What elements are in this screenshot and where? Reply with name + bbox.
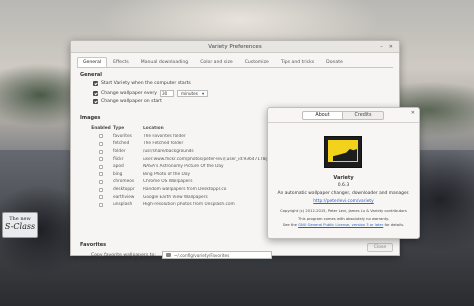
plate-line-2: S-Class	[4, 222, 36, 231]
license-plate: The new S-Class	[2, 212, 38, 238]
close-button[interactable]: Close	[367, 243, 393, 252]
interval-unit-value: minutes	[180, 91, 198, 96]
tab-color-and-size[interactable]: Color and size	[194, 57, 238, 67]
tab-tips-and-tricks[interactable]: Tips and tricks	[275, 57, 320, 67]
titlebar[interactable]: Variety Preferences – ✕	[71, 41, 399, 53]
copy-favorites-label: Copy favorite wallpapers to:	[91, 252, 156, 258]
credits-tab[interactable]: Credits	[343, 111, 384, 120]
about-dialog: About Credits ✕ Variety 0.6.3 An automat…	[267, 107, 420, 239]
enabled-cell	[89, 179, 113, 184]
tab-donate[interactable]: Donate	[320, 57, 349, 67]
enabled-cell	[89, 202, 113, 207]
enabled-checkbox[interactable]	[99, 202, 103, 207]
folder-icon	[165, 253, 171, 257]
start-on-login-checkbox[interactable]	[93, 81, 98, 86]
enabled-cell	[89, 134, 113, 139]
enabled-cell	[89, 187, 113, 192]
favorites-heading: Favorites	[80, 242, 107, 248]
type-cell: bing	[113, 171, 123, 177]
tab-general[interactable]: General	[77, 57, 108, 67]
variety-logo-icon	[324, 136, 362, 168]
change-every-row: Change wallpaper every 30 minutes ▾	[93, 90, 209, 97]
website-link[interactable]: http://peterlevi.com/variety	[268, 199, 419, 204]
enabled-checkbox[interactable]	[99, 141, 103, 146]
type-cell: earthview	[113, 194, 135, 200]
enabled-cell	[89, 164, 113, 169]
license-prefix: See the	[282, 223, 297, 227]
enabled-cell	[89, 172, 113, 177]
type-cell: fetched	[113, 141, 130, 147]
enabled-checkbox[interactable]	[99, 134, 103, 139]
type-cell: unsplash	[113, 202, 133, 208]
enabled-checkbox[interactable]	[99, 179, 103, 184]
logo-stand	[338, 162, 348, 167]
enabled-cell	[89, 149, 113, 154]
warranty-text: This program comes with absolutely no wa…	[298, 217, 389, 221]
type-cell: apod	[113, 164, 124, 170]
enabled-checkbox[interactable]	[99, 172, 103, 177]
license-link[interactable]: GNU General Public License, version 3 or…	[298, 223, 383, 227]
tab-effects[interactable]: Effects	[107, 57, 135, 67]
logo-screen	[328, 140, 358, 162]
col-type: Type	[113, 126, 125, 132]
start-on-login-row: Start Variety when the computer starts	[93, 81, 191, 86]
chevron-down-icon: ▾	[201, 91, 205, 96]
interval-unit-dropdown[interactable]: minutes ▾	[176, 90, 209, 97]
change-every-checkbox[interactable]	[93, 91, 98, 96]
favorites-row: Copy favorite wallpapers to: ~/.config/v…	[91, 251, 272, 259]
favorites-folder-chooser[interactable]: ~/.config/variety/Favorites	[161, 251, 272, 259]
enabled-cell	[89, 195, 113, 200]
change-every-label: Change wallpaper every	[101, 91, 157, 96]
type-cell: chromeos	[113, 179, 135, 185]
enabled-checkbox[interactable]	[99, 149, 103, 154]
window-title: Variety Preferences	[208, 44, 262, 50]
close-window-button[interactable]: ✕	[389, 41, 393, 53]
enabled-cell	[89, 141, 113, 146]
logo-wave	[333, 149, 357, 161]
about-divider	[268, 122, 419, 123]
license-text: See the GNU General Public License, vers…	[268, 223, 419, 227]
about-tab[interactable]: About	[302, 111, 343, 120]
minimize-button[interactable]: –	[380, 41, 383, 53]
start-on-login-label: Start Variety when the computer starts	[101, 81, 191, 86]
type-cell: folder	[113, 149, 126, 155]
favorites-path: ~/.config/variety/Favorites	[173, 252, 230, 258]
type-cell: desktoppr	[113, 187, 135, 193]
about-close-icon[interactable]: ✕	[411, 110, 415, 116]
change-on-start-row: Change wallpaper on start	[93, 99, 162, 104]
change-interval-spinner[interactable]: 30	[159, 90, 174, 97]
enabled-checkbox[interactable]	[99, 164, 103, 169]
enabled-cell	[89, 157, 113, 162]
type-cell: favorites	[113, 133, 132, 139]
tab-bar: General Effects Manual downloading Color…	[77, 57, 399, 67]
copyright-text: Copyright (c) 2012-2015, Peter Levi, Jam…	[280, 209, 407, 213]
app-name: Variety	[333, 175, 354, 181]
about-switcher: About Credits	[302, 111, 384, 120]
license-suffix: for details.	[384, 223, 405, 227]
type-cell: flickr	[113, 156, 124, 162]
tab-customize[interactable]: Customize	[239, 57, 275, 67]
enabled-checkbox[interactable]	[99, 157, 103, 162]
app-version: 0.6.3	[337, 183, 350, 188]
enabled-checkbox[interactable]	[99, 195, 103, 200]
enabled-checkbox[interactable]	[99, 187, 103, 192]
images-heading: Images	[80, 115, 101, 121]
change-on-start-checkbox[interactable]	[93, 99, 98, 104]
col-enabled: Enabled	[91, 126, 111, 132]
general-heading: General	[80, 72, 102, 78]
app-description: An automatic wallpaper changer, download…	[277, 191, 410, 196]
change-on-start-label: Change wallpaper on start	[101, 99, 162, 104]
tab-manual-downloading[interactable]: Manual downloading	[135, 57, 194, 67]
